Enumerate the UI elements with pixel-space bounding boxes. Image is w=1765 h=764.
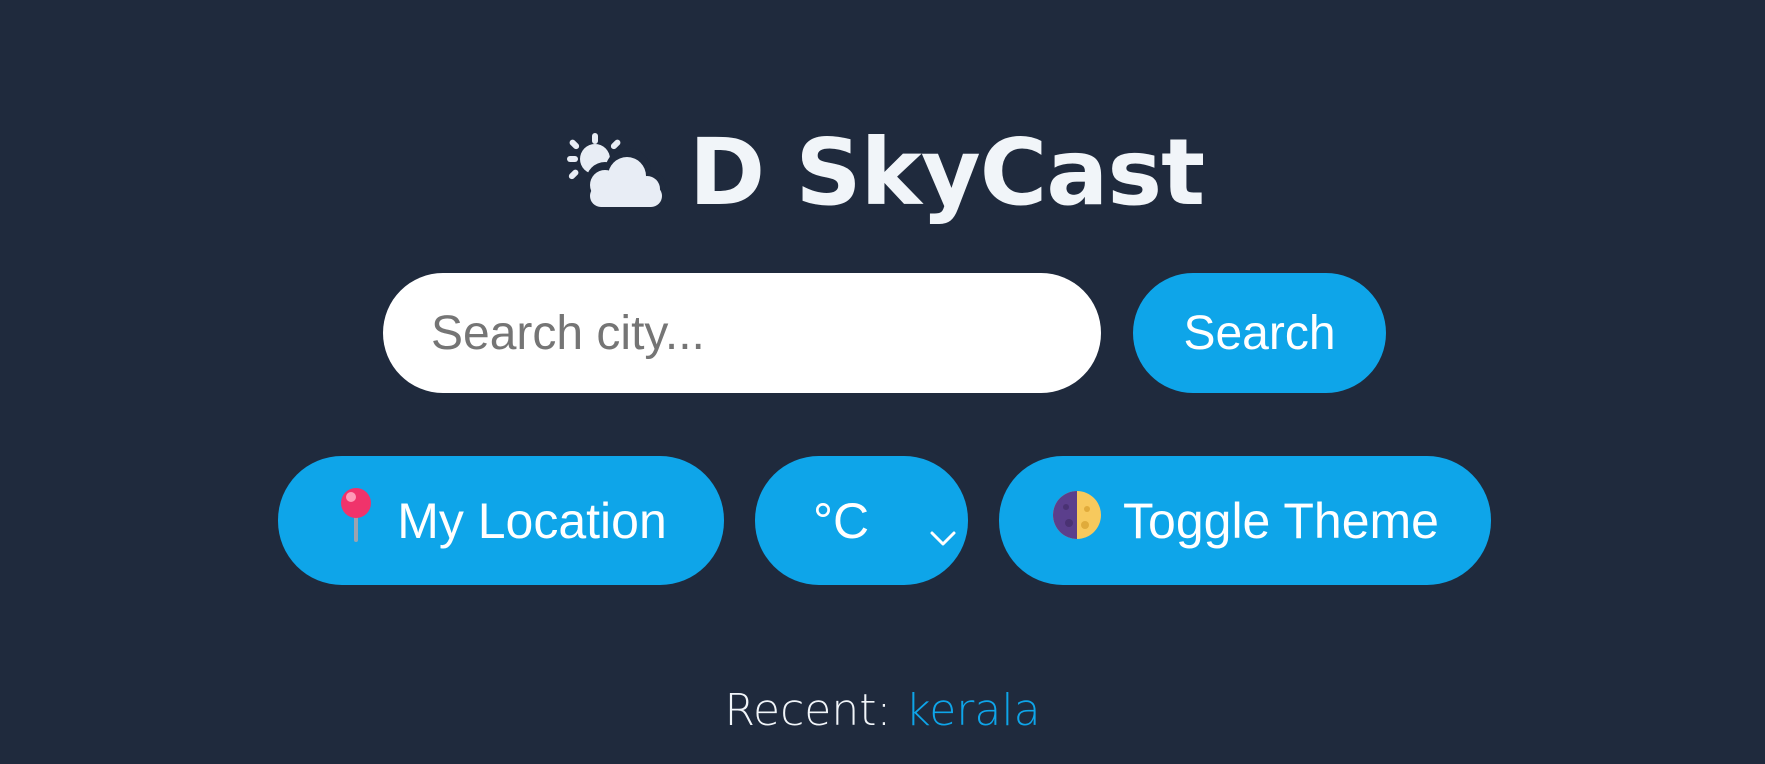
chevron-down-icon — [929, 506, 957, 546]
recent-item-kerala[interactable]: kerala — [905, 685, 1040, 736]
app-root: D SkyCast Search My Location °C — [0, 0, 1765, 764]
toggle-theme-label: Toggle Theme — [1123, 492, 1439, 549]
my-location-label: My Location — [397, 492, 667, 549]
unit-select-value: °C — [813, 492, 870, 549]
half-moon-icon — [1051, 489, 1103, 553]
search-button-label: Search — [1183, 306, 1336, 360]
app-header: D SkyCast — [0, 118, 1765, 228]
app-title: D SkyCast — [688, 119, 1205, 226]
my-location-button[interactable]: My Location — [278, 456, 724, 585]
search-input[interactable] — [383, 273, 1101, 393]
recent-searches: Recent: kerala — [0, 685, 1765, 736]
recent-label: Recent: — [724, 685, 892, 736]
toggle-theme-button[interactable]: Toggle Theme — [999, 456, 1491, 585]
round-pushpin-icon — [335, 486, 377, 556]
sun-behind-cloud-icon — [561, 131, 667, 215]
search-button[interactable]: Search — [1133, 273, 1386, 393]
unit-select[interactable]: °C — [755, 456, 968, 585]
